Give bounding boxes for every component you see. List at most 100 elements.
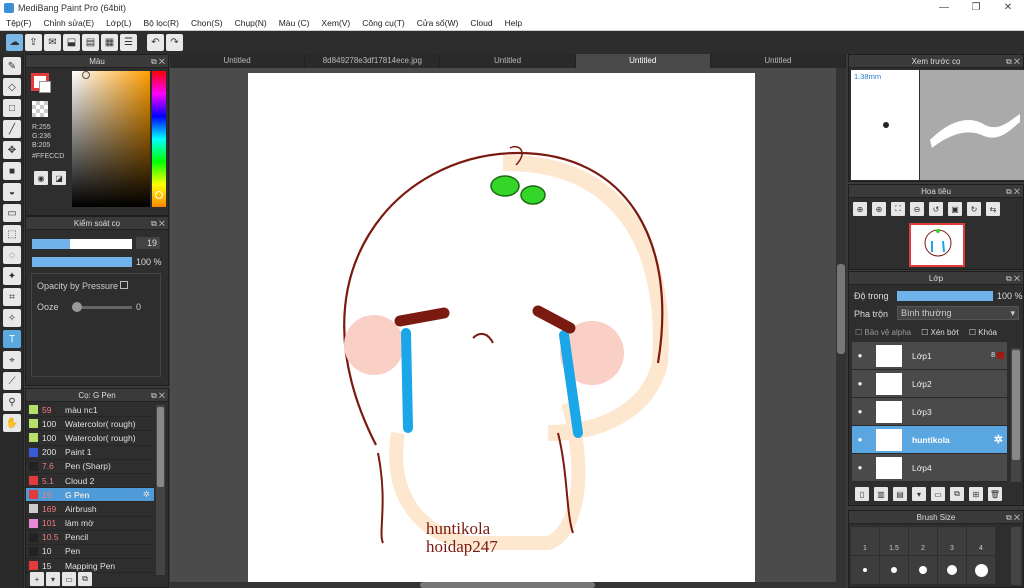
copy-icon[interactable]: ⧉ (78, 572, 92, 586)
brush-item[interactable]: 5.1 Cloud 2 (26, 474, 154, 489)
navigator-thumbnail[interactable] (909, 223, 965, 267)
brush-item[interactable]: 10 Pen (26, 545, 154, 560)
brush-size-cell[interactable]: 3 (938, 527, 966, 555)
tab-untitled-2[interactable]: Untitled (440, 54, 576, 68)
rect-tool-icon[interactable]: □ (3, 99, 21, 117)
tab-untitled-1[interactable]: Untitled (170, 54, 306, 68)
cloud-icon[interactable]: ☁ (6, 34, 23, 51)
opacity-pressure-checkbox[interactable] (120, 281, 128, 289)
menu-filter[interactable]: Bộ lọc(R) (138, 18, 185, 28)
brush-size-scrollbar[interactable] (1011, 527, 1021, 585)
layer-opacity-slider[interactable] (897, 291, 993, 301)
lasso-icon[interactable]: ◌ (3, 246, 21, 264)
layer-item-selected[interactable]: ● huntikola ✲ (852, 426, 1007, 454)
brush-item[interactable]: 59 màu nc1 (26, 403, 154, 418)
brush-size-cell[interactable] (851, 556, 879, 584)
hue-slider[interactable] (152, 71, 166, 207)
new-layer-menu-icon[interactable]: ▾ (912, 487, 926, 501)
select-eraser-icon[interactable]: ✧ (3, 309, 21, 327)
protect-alpha-option[interactable]: ☐ Bảo vệ alpha (855, 328, 911, 337)
menu-select[interactable]: Chọn(S) (185, 18, 229, 28)
eraser-tool-icon[interactable]: ◇ (3, 78, 21, 96)
hand-tool-icon[interactable]: ✋ (3, 414, 21, 432)
line-tool-icon[interactable]: ╱ (3, 120, 21, 138)
gradient-tool-icon[interactable]: ▭ (3, 204, 21, 222)
layer-item[interactable]: ● Lớp4 (852, 454, 1007, 482)
folder-icon[interactable]: ▭ (62, 572, 76, 586)
brush-size-cell[interactable]: 1 (851, 527, 879, 555)
move-tool-icon[interactable]: ✥ (3, 141, 21, 159)
new-halftone-layer-icon[interactable]: ▥ (874, 487, 888, 501)
drawing-canvas[interactable]: huntikola hoidap247 (248, 73, 755, 583)
actual-size-icon[interactable]: ▣ (948, 202, 962, 216)
flip-icon[interactable]: ⇆ (986, 202, 1000, 216)
visibility-icon[interactable]: ● (852, 379, 868, 388)
brush-item[interactable]: 100 Watercolor( rough) (26, 417, 154, 432)
brush-size-cell[interactable] (938, 556, 966, 584)
saturation-value-picker[interactable] (72, 71, 150, 207)
tab-jpg-file[interactable]: 8d849278e3df17814ece.jpg (305, 54, 441, 68)
brush-size-cell[interactable]: 1.5 (880, 527, 908, 555)
brush-item[interactable]: 100 Watercolor( rough) (26, 431, 154, 446)
brush-tool-icon[interactable]: ✎ (3, 57, 21, 75)
transparent-swatch[interactable] (32, 101, 48, 117)
list-icon[interactable]: ☰ (120, 34, 137, 51)
upload-icon[interactable]: ⇪ (25, 34, 42, 51)
lock-option[interactable]: ☐ Khóa (969, 328, 997, 337)
divide-tool-icon[interactable]: ⟋ (3, 372, 21, 390)
blend-mode-select[interactable]: Bình thường ▾ (897, 306, 1019, 320)
brush-list-scrollbar[interactable] (156, 405, 165, 575)
layer-item[interactable]: ● Lớp3 (852, 398, 1007, 426)
document-icon[interactable]: ▤ (82, 34, 99, 51)
zoom-out-icon[interactable]: ⊖ (910, 202, 924, 216)
minimize-button[interactable]: — (928, 0, 960, 16)
brush-opacity-slider[interactable] (32, 257, 132, 267)
visibility-icon[interactable]: ● (852, 463, 868, 472)
brush-size-cell[interactable] (967, 556, 995, 584)
grid-icon[interactable]: ▦ (101, 34, 118, 51)
menu-snap[interactable]: Chụp(N) (229, 18, 273, 28)
close-button[interactable]: ✕ (992, 0, 1024, 16)
tab-untitled-4[interactable]: Untitled (711, 54, 847, 68)
layer-item[interactable]: ● Lớp1 8 (852, 342, 1007, 370)
panel-controls-icon[interactable]: ⧉ ✕ (151, 55, 165, 68)
merge-layer-icon[interactable]: ⊞ (969, 487, 983, 501)
brush-size-cell[interactable] (880, 556, 908, 584)
brush-size-slider[interactable] (32, 239, 132, 249)
new-8bit-layer-icon[interactable]: ▤ (893, 487, 907, 501)
comment-icon[interactable]: ✉ (44, 34, 61, 51)
brush-size-cell[interactable]: 4 (967, 527, 995, 555)
panel-controls-icon[interactable]: ⧉ ✕ (1006, 185, 1020, 198)
visibility-icon[interactable]: ● (852, 351, 868, 360)
brush-item-selected[interactable]: 19 G Pen ✲ (26, 488, 154, 503)
brush-menu-icon[interactable]: ▾ (46, 572, 60, 586)
palette-icon[interactable]: ◉ (34, 171, 48, 185)
clipping-option[interactable]: ☐ Xén bớt (921, 328, 959, 337)
canvas-vertical-scrollbar[interactable] (836, 68, 846, 588)
add-brush-icon[interactable]: + (30, 572, 44, 586)
zoom-in-icon[interactable]: ⊕ (853, 202, 867, 216)
rotate-right-icon[interactable]: ↻ (967, 202, 981, 216)
brush-item[interactable]: 101 làm mờ (26, 517, 154, 531)
layer-item[interactable]: ● Lớp2 (852, 370, 1007, 398)
menu-file[interactable]: Tệp(F) (0, 18, 38, 28)
brush-item[interactable]: 200 Paint 1 (26, 446, 154, 460)
rotate-left-icon[interactable]: ↺ (929, 202, 943, 216)
select-rect-icon[interactable]: ⬚ (3, 225, 21, 243)
brush-item[interactable]: 7.6 Pen (Sharp) (26, 460, 154, 474)
share-icon[interactable]: ⬓ (63, 34, 80, 51)
background-color-swatch[interactable] (39, 81, 51, 93)
brush-item[interactable]: 169 Airbrush (26, 502, 154, 517)
menu-window[interactable]: Cửa sổ(W) (411, 18, 465, 28)
menu-view[interactable]: Xem(V) (315, 18, 356, 28)
new-layer-icon[interactable]: ▯ (855, 487, 869, 501)
menu-edit[interactable]: Chỉnh sửa(E) (38, 18, 101, 28)
brush-size-cell[interactable]: 2 (909, 527, 937, 555)
operation-tool-icon[interactable]: ⌖ (3, 351, 21, 369)
fit-icon[interactable]: ⛶ (891, 202, 905, 216)
text-tool-icon[interactable]: T (3, 330, 21, 348)
menu-tools[interactable]: Công cụ(T) (356, 18, 411, 28)
undo-icon[interactable]: ↶ (147, 34, 164, 51)
canvas-horizontal-scrollbar[interactable] (170, 582, 836, 588)
panel-controls-icon[interactable]: ⧉ ✕ (1006, 272, 1020, 285)
